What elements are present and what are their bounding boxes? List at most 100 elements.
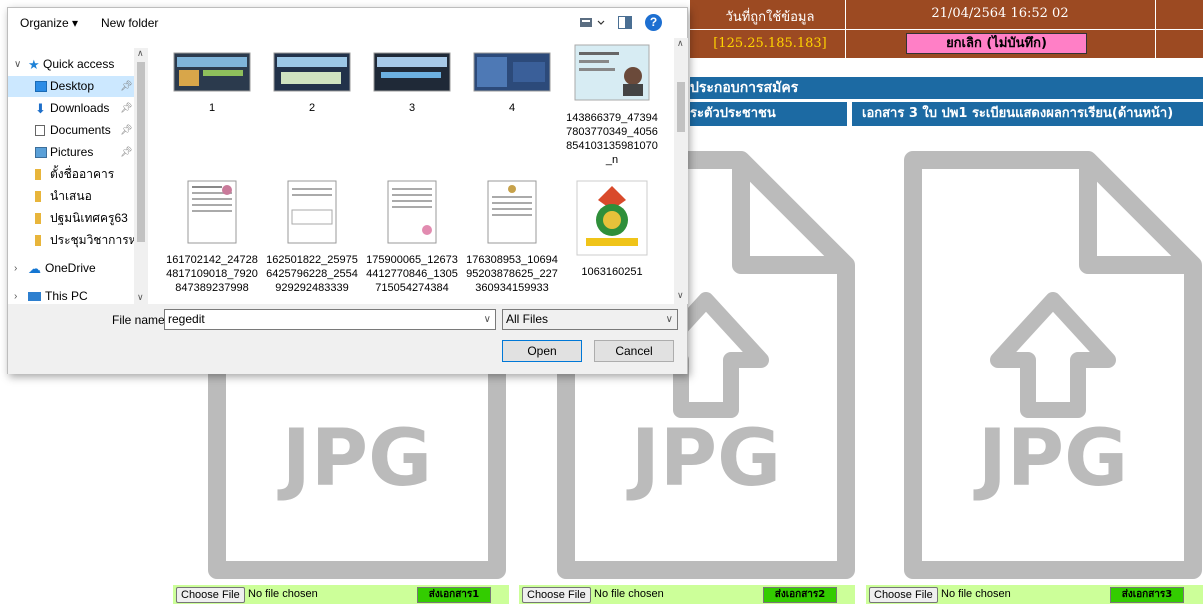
desktop-icon [35, 81, 47, 92]
send-document-2-button[interactable]: ส่งเอกสาร2 [763, 587, 837, 603]
download-icon: ⬇ [35, 101, 46, 116]
pin-icon[interactable]: 📌︎ [120, 120, 133, 141]
open-button[interactable]: Open [502, 340, 582, 362]
document-thumbnail-icon [187, 180, 237, 244]
nav-label: OneDrive [45, 261, 96, 275]
nav-label: ประชุมวิชาการหลัก [50, 233, 140, 247]
file-name: 161702142_247284817109018_79208473892379… [166, 254, 258, 294]
nav-label: นำเสนอ [50, 189, 92, 203]
jpg-text: JPG [626, 414, 781, 504]
computer-icon [28, 292, 41, 301]
nav-label: Documents [50, 123, 111, 137]
documents-icon [35, 125, 45, 136]
view-options-icon[interactable] [580, 17, 606, 29]
file-item[interactable]: 1063160251 [564, 180, 660, 279]
nav-folder[interactable]: ปฐมนิเทศครู63 [8, 208, 140, 229]
pin-icon[interactable]: 📌︎ [120, 76, 133, 97]
upload-row-1: Choose File No file chosen ส่งเอกสาร1 [173, 585, 509, 604]
file-item[interactable]: 1 [164, 52, 260, 115]
nav-downloads[interactable]: ⬇ Downloads 📌︎ [8, 98, 140, 119]
file-name: 175900065_126734412770846_13057150542743… [366, 254, 458, 294]
nav-desktop[interactable]: Desktop 📌︎ [8, 76, 140, 97]
nav-documents[interactable]: Documents 📌︎ [8, 120, 140, 141]
image-thumbnail-icon [373, 52, 451, 92]
nav-label: Quick access [43, 57, 115, 71]
header-col-divider [845, 0, 846, 58]
date-value: 21/04/2564 16:52 02 [931, 6, 1069, 21]
help-icon[interactable]: ? [645, 14, 662, 31]
nav-scrollbar[interactable]: ∧ ∨ [134, 48, 148, 304]
chevron-down-icon[interactable]: ∨ [14, 54, 21, 75]
ip-address: [125.25.185.183] [713, 36, 827, 51]
file-name-label: File name: [112, 313, 169, 327]
file-status: No file chosen [248, 588, 318, 600]
nav-label: ปฐมนิเทศครู63 [50, 211, 128, 225]
file-name: 4 [508, 102, 516, 114]
nav-label: Downloads [50, 101, 110, 115]
file-item[interactable]: 143866379_473947803770349_40568541031359… [564, 44, 660, 167]
chevron-right-icon[interactable]: › [14, 258, 17, 279]
header-col-divider [1155, 0, 1156, 58]
file-list-scrollbar[interactable]: ∧ ∨ [674, 38, 688, 304]
column-header-2: ระตัวประชาชน [690, 102, 847, 126]
pin-icon[interactable]: 📌︎ [120, 142, 133, 163]
folder-icon [35, 213, 41, 224]
send-document-1-button[interactable]: ส่งเอกสาร1 [417, 587, 491, 603]
choose-file-button[interactable]: Choose File [176, 587, 245, 603]
file-item[interactable]: 175900065_126734412770846_13057150542743… [364, 180, 460, 295]
file-item[interactable]: 2 [264, 52, 360, 115]
section-title: ประกอบการสมัคร [690, 77, 1203, 99]
file-name-input[interactable]: regedit ∨ [164, 309, 496, 330]
header-divider [690, 29, 1203, 30]
jpg-text: JPG [973, 414, 1128, 504]
file-item[interactable]: 4 [464, 52, 560, 115]
nav-scrollbar-thumb[interactable] [137, 62, 145, 242]
file-item[interactable]: 176308953_1069495203878625_2273609341599… [464, 180, 560, 295]
folder-icon [35, 191, 41, 202]
nav-folder[interactable]: นำเสนอ [8, 186, 140, 207]
file-item[interactable]: 161702142_247284817109018_79208473892379… [164, 180, 260, 295]
organize-menu[interactable]: Organize ▾ [20, 16, 78, 30]
nav-folder[interactable]: ตั้งชื่ออาคาร [8, 164, 140, 185]
chevron-down-icon[interactable]: ∨ [666, 310, 673, 329]
pictures-icon [35, 147, 47, 158]
cancel-button[interactable]: Cancel [594, 340, 674, 362]
nav-pictures[interactable]: Pictures 📌︎ [8, 142, 140, 163]
document-thumbnail-icon [487, 180, 537, 244]
column-header-3: เอกสาร 3 ใบ ปพ1 ระเบียนแสดงผลการเรียน(ด้… [852, 102, 1203, 126]
cancel-no-save-button[interactable]: ยกเลิก (ไม่บันทึก) [906, 33, 1087, 54]
jpg-upload-placeholder-icon[interactable]: JPG [903, 150, 1203, 580]
file-name: 1063160251 [581, 266, 643, 278]
file-list-scrollbar-thumb[interactable] [677, 82, 685, 132]
file-name: 1 [208, 102, 216, 114]
upload-row-3: Choose File No file chosen ส่งเอกสาร3 [866, 585, 1203, 604]
folder-icon [35, 235, 41, 246]
chevron-down-icon[interactable]: ∨ [484, 310, 491, 329]
file-name: 2 [308, 102, 316, 114]
file-name: 3 [408, 102, 416, 114]
file-status: No file chosen [941, 588, 1011, 600]
nav-label: Pictures [50, 145, 94, 159]
send-document-3-button[interactable]: ส่งเอกสาร3 [1110, 587, 1184, 603]
pin-icon[interactable]: 📌︎ [120, 98, 133, 119]
nav-onedrive[interactable]: › ☁ OneDrive [8, 258, 140, 279]
nav-quick-access[interactable]: ∨ ★ Quick access [8, 54, 140, 75]
upload-row-2: Choose File No file chosen ส่งเอกสาร2 [519, 585, 855, 604]
file-type-filter[interactable]: All Files ∨ [502, 309, 678, 330]
jpg-text: JPG [277, 414, 432, 504]
image-thumbnail-icon [273, 52, 351, 92]
date-label: วันที่ถูกใช้ข้อมูล [725, 10, 815, 25]
file-name: 162501822_259756425796228_25549292924833… [266, 254, 358, 294]
file-item[interactable]: 162501822_259756425796228_25549292924833… [264, 180, 360, 295]
preview-pane-icon[interactable] [618, 16, 632, 29]
new-folder-button[interactable]: New folder [101, 16, 158, 30]
nav-folder[interactable]: ประชุมวิชาการหลัก [8, 230, 140, 251]
file-open-dialog: Organize ▾ New folder ? ∨ ★ Quick access… [7, 7, 688, 374]
nav-label: Desktop [50, 79, 95, 93]
file-item[interactable]: 3 [364, 52, 460, 115]
emblem-thumbnail-icon [576, 180, 648, 256]
choose-file-button[interactable]: Choose File [869, 587, 938, 603]
file-status: No file chosen [594, 588, 664, 600]
id-card-thumbnail-icon [574, 44, 650, 101]
choose-file-button[interactable]: Choose File [522, 587, 591, 603]
